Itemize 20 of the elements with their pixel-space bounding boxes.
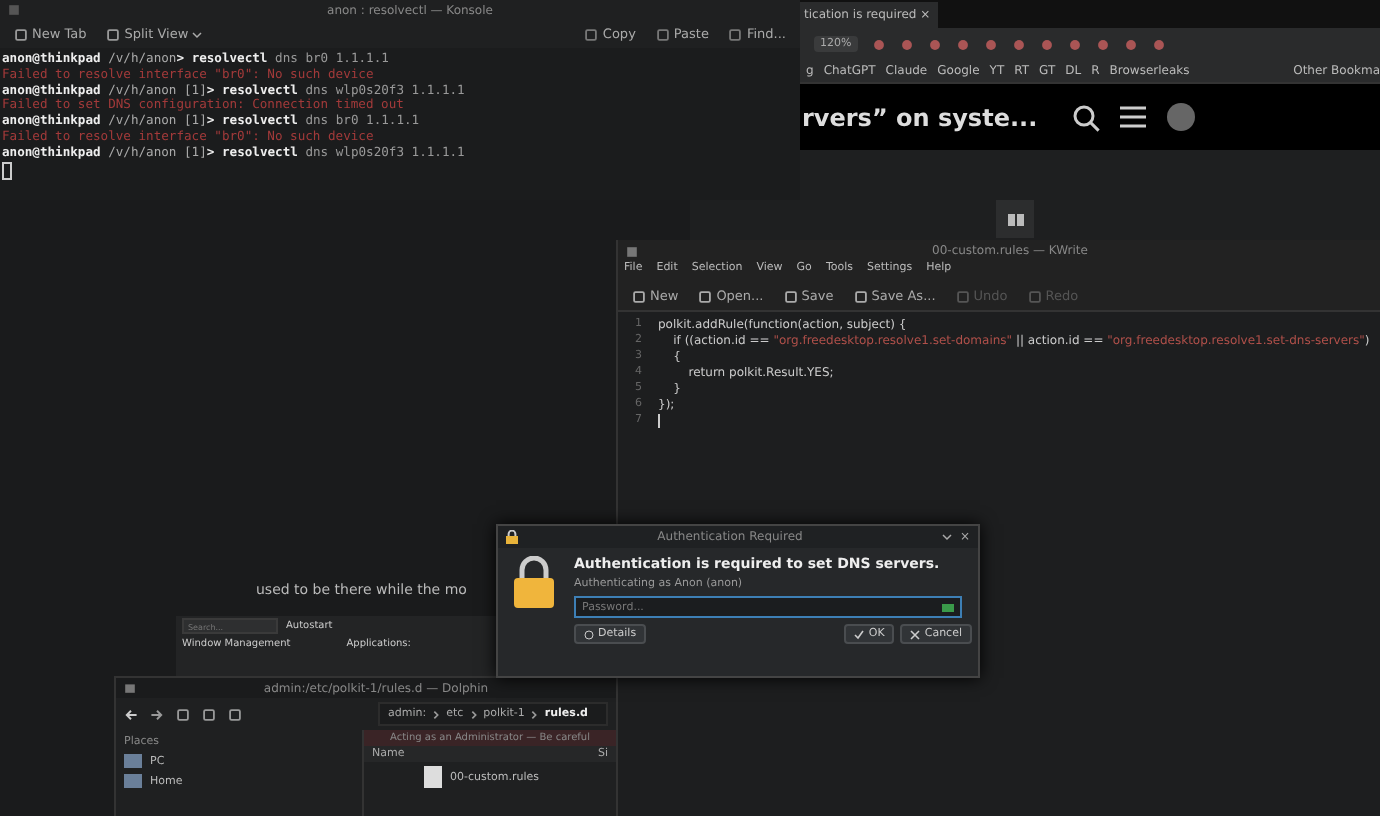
separator-icon [432,709,441,719]
checkmark-icon [854,629,865,639]
info-icon [584,629,594,639]
minimize-icon [941,532,952,542]
text-cursor [658,413,660,427]
text-cursor [2,161,12,180]
back-arrow-icon[interactable] [124,707,138,721]
avatar-icon[interactable] [1166,102,1196,132]
forward-arrow-icon[interactable] [150,707,164,721]
menu-icon[interactable] [1120,106,1146,128]
text-file-icon [424,766,442,788]
cross-icon [910,629,921,639]
padlock-icon [514,556,554,608]
chevron-icon [192,29,203,39]
page-heading: rvers” on syste... [802,103,1040,131]
key-icon [942,603,954,611]
search-icon[interactable] [1072,103,1100,131]
separator-icon [530,709,539,719]
separator-icon [469,709,478,719]
lock-icon [506,530,518,544]
